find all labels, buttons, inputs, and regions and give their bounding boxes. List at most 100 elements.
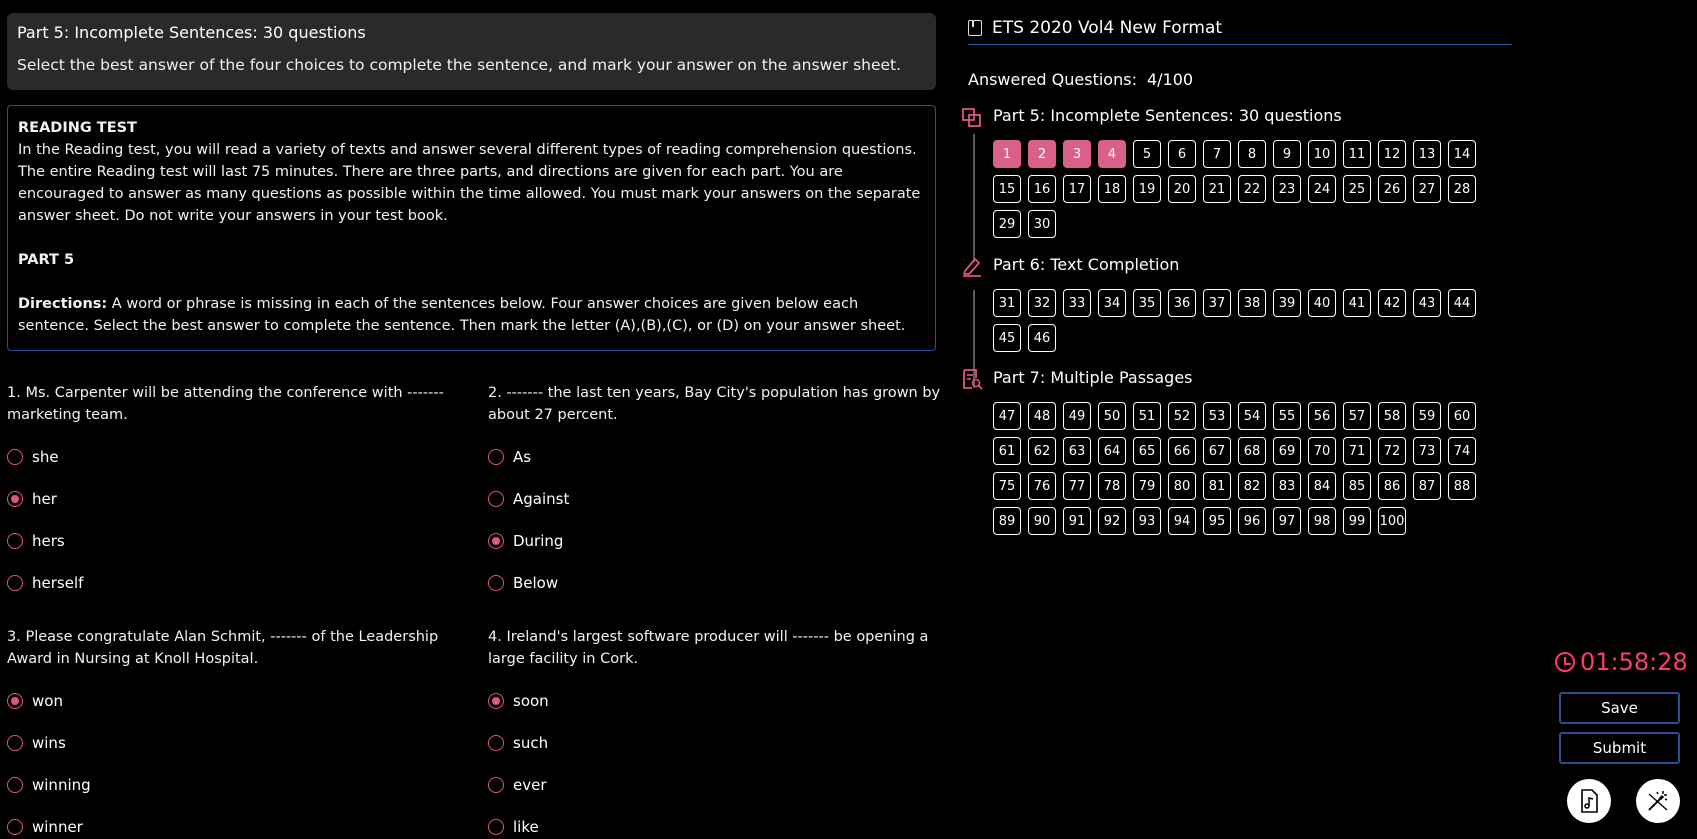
question-nav-button[interactable]: 70	[1308, 437, 1336, 465]
question-nav-button[interactable]: 96	[1238, 507, 1266, 535]
question-nav-button[interactable]: 3	[1063, 140, 1091, 168]
question-nav-button[interactable]: 65	[1133, 437, 1161, 465]
radio-button[interactable]	[488, 819, 504, 835]
question-nav-button[interactable]: 13	[1413, 140, 1441, 168]
question-nav-button[interactable]: 40	[1308, 289, 1336, 317]
radio-button[interactable]	[488, 693, 504, 709]
question-nav-button[interactable]: 32	[1028, 289, 1056, 317]
question-nav-button[interactable]: 54	[1238, 402, 1266, 430]
answer-option[interactable]: winner	[7, 816, 467, 838]
question-nav-button[interactable]: 49	[1063, 402, 1091, 430]
question-nav-button[interactable]: 61	[993, 437, 1021, 465]
question-nav-button[interactable]: 64	[1098, 437, 1126, 465]
magic-wand-button[interactable]	[1636, 779, 1680, 823]
answer-option[interactable]: wins	[7, 732, 467, 754]
answer-option[interactable]: such	[488, 732, 948, 754]
question-nav-button[interactable]: 98	[1308, 507, 1336, 535]
answer-option[interactable]: hers	[7, 530, 467, 552]
question-nav-button[interactable]: 91	[1063, 507, 1091, 535]
question-nav-button[interactable]: 31	[993, 289, 1021, 317]
question-nav-button[interactable]: 48	[1028, 402, 1056, 430]
question-nav-button[interactable]: 18	[1098, 175, 1126, 203]
question-nav-button[interactable]: 76	[1028, 472, 1056, 500]
answer-option[interactable]: like	[488, 816, 948, 838]
question-nav-button[interactable]: 15	[993, 175, 1021, 203]
question-nav-button[interactable]: 57	[1343, 402, 1371, 430]
question-nav-button[interactable]: 77	[1063, 472, 1091, 500]
question-nav-button[interactable]: 66	[1168, 437, 1196, 465]
question-nav-button[interactable]: 33	[1063, 289, 1091, 317]
question-nav-button[interactable]: 35	[1133, 289, 1161, 317]
radio-button[interactable]	[7, 575, 23, 591]
question-nav-button[interactable]: 67	[1203, 437, 1231, 465]
question-nav-button[interactable]: 72	[1378, 437, 1406, 465]
question-nav-button[interactable]: 52	[1168, 402, 1196, 430]
question-nav-button[interactable]: 89	[993, 507, 1021, 535]
question-nav-button[interactable]: 16	[1028, 175, 1056, 203]
question-nav-button[interactable]: 44	[1448, 289, 1476, 317]
question-nav-button[interactable]: 78	[1098, 472, 1126, 500]
answer-option[interactable]: her	[7, 488, 467, 510]
question-nav-button[interactable]: 56	[1308, 402, 1336, 430]
question-nav-button[interactable]: 63	[1063, 437, 1091, 465]
question-nav-button[interactable]: 5	[1133, 140, 1161, 168]
question-nav-button[interactable]: 99	[1343, 507, 1371, 535]
question-nav-button[interactable]: 69	[1273, 437, 1301, 465]
question-nav-button[interactable]: 14	[1448, 140, 1476, 168]
radio-button[interactable]	[488, 575, 504, 591]
question-nav-button[interactable]: 21	[1203, 175, 1231, 203]
question-nav-button[interactable]: 30	[1028, 210, 1056, 238]
question-nav-button[interactable]: 23	[1273, 175, 1301, 203]
question-nav-button[interactable]: 6	[1168, 140, 1196, 168]
answer-option[interactable]: winning	[7, 774, 467, 796]
question-nav-button[interactable]: 10	[1308, 140, 1336, 168]
question-nav-button[interactable]: 20	[1168, 175, 1196, 203]
radio-button[interactable]	[488, 777, 504, 793]
question-nav-button[interactable]: 25	[1343, 175, 1371, 203]
question-nav-button[interactable]: 60	[1448, 402, 1476, 430]
question-nav-button[interactable]: 4	[1098, 140, 1126, 168]
save-button[interactable]: Save	[1559, 692, 1680, 724]
question-nav-button[interactable]: 90	[1028, 507, 1056, 535]
question-nav-button[interactable]: 86	[1378, 472, 1406, 500]
question-nav-button[interactable]: 38	[1238, 289, 1266, 317]
question-nav-button[interactable]: 92	[1098, 507, 1126, 535]
radio-button[interactable]	[7, 819, 23, 835]
question-nav-button[interactable]: 28	[1448, 175, 1476, 203]
answer-option[interactable]: soon	[488, 690, 948, 712]
radio-button[interactable]	[7, 491, 23, 507]
question-nav-button[interactable]: 8	[1238, 140, 1266, 168]
radio-button[interactable]	[488, 533, 504, 549]
audio-file-button[interactable]	[1567, 779, 1611, 823]
answer-option[interactable]: During	[488, 530, 948, 552]
question-nav-button[interactable]: 59	[1413, 402, 1441, 430]
radio-button[interactable]	[7, 693, 23, 709]
question-nav-button[interactable]: 39	[1273, 289, 1301, 317]
answer-option[interactable]: ever	[488, 774, 948, 796]
question-nav-button[interactable]: 11	[1343, 140, 1371, 168]
question-nav-button[interactable]: 36	[1168, 289, 1196, 317]
question-nav-button[interactable]: 81	[1203, 472, 1231, 500]
question-nav-button[interactable]: 55	[1273, 402, 1301, 430]
radio-button[interactable]	[488, 449, 504, 465]
question-nav-button[interactable]: 79	[1133, 472, 1161, 500]
question-nav-button[interactable]: 2	[1028, 140, 1056, 168]
question-nav-button[interactable]: 83	[1273, 472, 1301, 500]
question-nav-button[interactable]: 45	[993, 324, 1021, 352]
answer-option[interactable]: herself	[7, 572, 467, 594]
radio-button[interactable]	[488, 491, 504, 507]
question-nav-button[interactable]: 85	[1343, 472, 1371, 500]
answer-option[interactable]: she	[7, 446, 467, 468]
answer-option[interactable]: Against	[488, 488, 948, 510]
question-nav-button[interactable]: 37	[1203, 289, 1231, 317]
question-nav-button[interactable]: 42	[1378, 289, 1406, 317]
question-nav-button[interactable]: 100	[1378, 507, 1406, 535]
answer-option[interactable]: Below	[488, 572, 948, 594]
question-nav-button[interactable]: 24	[1308, 175, 1336, 203]
question-nav-button[interactable]: 80	[1168, 472, 1196, 500]
radio-button[interactable]	[7, 777, 23, 793]
question-nav-button[interactable]: 7	[1203, 140, 1231, 168]
question-nav-button[interactable]: 74	[1448, 437, 1476, 465]
question-nav-button[interactable]: 73	[1413, 437, 1441, 465]
question-nav-button[interactable]: 62	[1028, 437, 1056, 465]
